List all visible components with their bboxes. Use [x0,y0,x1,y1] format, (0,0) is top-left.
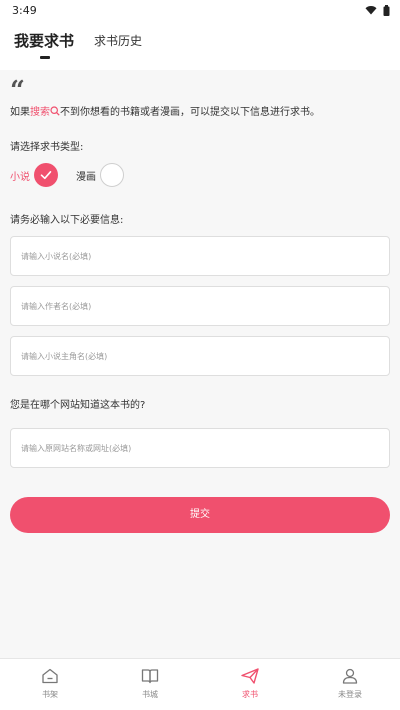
search-link[interactable]: 搜索 [30,107,50,118]
nav-item-account[interactable]: 未登录 [300,659,400,710]
intro-suffix: 不到你想看的书籍或者漫画，可以提交以下信息进行求书。 [60,107,320,118]
wifi-icon [365,6,377,15]
status-time: 3:49 [12,3,37,17]
intro-prefix: 如果 [10,107,30,118]
intro-text: 如果搜索 不到你想看的书籍或者漫画，可以提交以下信息进行求书。 [10,103,395,118]
nav-label-account: 未登录 [338,690,362,699]
quote-icon: “ [10,76,25,106]
type-novel-radio[interactable] [34,163,58,187]
status-bar: 3:49 [0,0,400,20]
nav-label-bookshelf: 书架 [42,690,58,699]
nav-item-bookstore[interactable]: 书城 [100,659,200,710]
user-icon [342,668,358,684]
protagonist-input[interactable] [11,337,389,375]
bottom-nav: 书架 书城 求书 未登录 [0,658,400,710]
author-field [10,286,390,326]
type-comic-radio[interactable] [100,163,124,187]
type-comic-label[interactable]: 漫画 [76,168,96,183]
nav-label-request: 求书 [242,690,258,699]
active-tab-indicator [40,56,50,59]
required-section-label: 请务必输入以下必要信息: [10,215,124,226]
novel-name-field [10,236,390,276]
type-section-label: 请选择求书类型: [10,142,84,153]
author-input[interactable] [11,287,389,325]
type-novel-label[interactable]: 小说 [10,168,30,183]
check-icon [40,171,52,180]
website-input[interactable] [11,429,389,467]
nav-label-bookstore: 书城 [142,690,158,699]
home-icon [42,668,58,684]
header: 我要求书 求书历史 [0,20,400,70]
novel-name-input[interactable] [11,237,389,275]
battery-icon [383,4,390,16]
book-icon [141,669,159,684]
send-icon [241,668,259,684]
search-icon[interactable] [50,106,60,116]
website-field [10,428,390,468]
tab-request-history[interactable]: 求书历史 [94,32,142,49]
tab-request-book[interactable]: 我要求书 [14,30,74,51]
nav-item-bookshelf[interactable]: 书架 [0,659,100,710]
website-section-label: 您是在哪个网站知道这本书的? [10,400,146,411]
nav-item-request[interactable]: 求书 [200,659,300,710]
protagonist-field [10,336,390,376]
submit-button[interactable]: 提交 [10,497,390,533]
type-selector: 小说 漫画 [10,163,210,187]
